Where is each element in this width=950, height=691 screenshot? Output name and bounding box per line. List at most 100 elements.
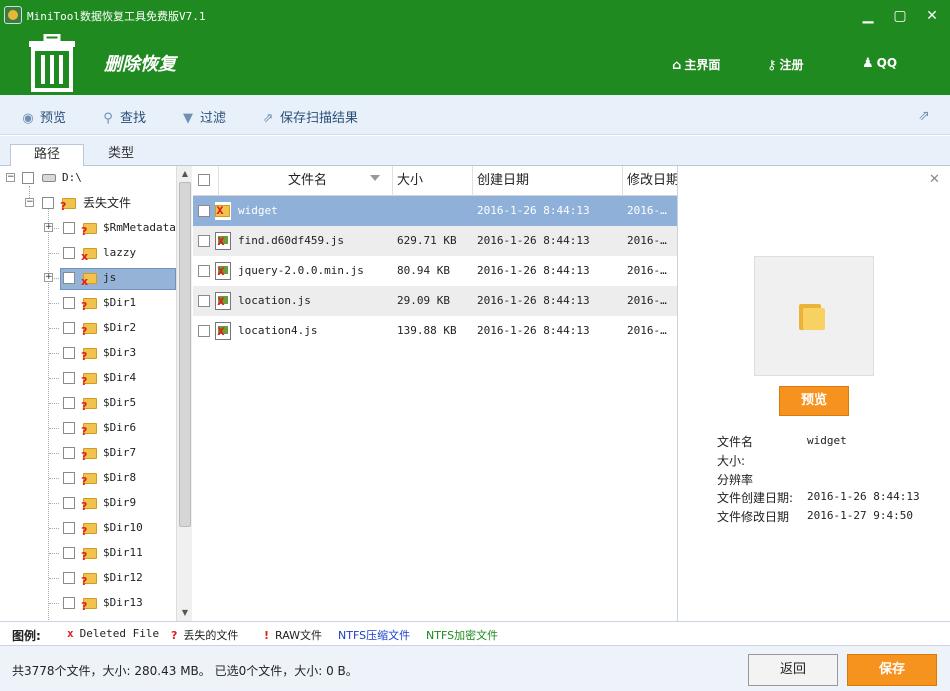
tree-item[interactable]: ? $Dir4 — [0, 368, 176, 388]
home-link[interactable]: ⌂ 主界面 — [672, 56, 720, 73]
tab-type[interactable]: 类型 — [84, 144, 158, 166]
tree-item[interactable]: +? $RmMetadata — [0, 218, 176, 238]
page-title: 删除恢复 — [104, 54, 176, 75]
save-scan-label: 保存扫描结果 — [280, 111, 359, 126]
tree-item[interactable]: + x js — [0, 268, 176, 290]
tree-checkbox[interactable] — [63, 272, 75, 284]
tree-root-row[interactable]: − D:\ — [0, 168, 176, 188]
close-button[interactable]: ✕ — [922, 6, 942, 26]
tree-item[interactable]: ? $Dir8 — [0, 468, 176, 488]
tree-checkbox[interactable] — [63, 597, 75, 609]
tree-item[interactable]: ? $Dir2 — [0, 318, 176, 338]
tree-item[interactable]: x lazzy — [0, 243, 176, 263]
tree-checkbox[interactable] — [63, 297, 75, 309]
qq-link[interactable]: ♟ QQ — [862, 56, 897, 71]
register-link[interactable]: ⚷ 注册 — [767, 56, 804, 73]
collapse-toggle[interactable]: − — [6, 173, 15, 182]
tree-checkbox[interactable] — [63, 372, 75, 384]
table-row[interactable]: x widget 2016-1-26 8:44:13 2016-… — [193, 196, 677, 226]
tree-item-label: js — [103, 271, 117, 284]
column-name[interactable]: 文件名 — [219, 166, 393, 196]
tree-item-label: $Dir2 — [103, 321, 137, 334]
tree-item[interactable]: ? $Dir11 — [0, 543, 176, 563]
folder-icon: ? — [81, 371, 97, 387]
toolbar: ◉ 预览 ⚲ 查找 ▼ 过滤 ⇗ 保存扫描结果 — [0, 95, 950, 135]
tree-guide-line — [49, 303, 59, 304]
expand-toggle[interactable]: + — [44, 273, 53, 282]
tree-item[interactable]: ? $Dir5 — [0, 393, 176, 413]
close-preview-icon[interactable]: ✕ — [929, 172, 940, 187]
tree-lost-files-row[interactable]: − ? 丢失文件 — [0, 193, 176, 213]
preview-tool-button[interactable]: ◉ 预览 — [20, 107, 66, 126]
save-button[interactable]: 保存 — [847, 654, 937, 686]
tree-item[interactable]: ? $Dir9 — [0, 493, 176, 513]
qq-label: QQ — [876, 56, 898, 70]
collapse-toggle[interactable]: − — [25, 198, 34, 207]
file-modified: 2016-… — [627, 264, 667, 277]
maximize-button[interactable]: ▢ — [890, 6, 910, 26]
deleted-mark-icon: x — [67, 627, 74, 640]
filter-icon: ▼ — [183, 111, 193, 126]
tree-item[interactable]: ? $Dir1 — [0, 293, 176, 313]
scroll-up-arrow-icon[interactable]: ▲ — [177, 166, 193, 182]
select-all-column[interactable] — [193, 166, 219, 196]
drive-label: D:\ — [62, 171, 82, 184]
tree-checkbox[interactable] — [63, 222, 75, 234]
legend-deleted-label: Deleted File — [79, 627, 160, 640]
file-created: 2016-1-26 8:44:13 — [477, 264, 590, 277]
tree-checkbox[interactable] — [63, 497, 75, 509]
back-button[interactable]: 返回 — [748, 654, 838, 686]
row-checkbox[interactable] — [198, 235, 210, 247]
tree-checkbox[interactable] — [63, 322, 75, 334]
minimize-button[interactable]: ▁ — [858, 6, 878, 26]
table-row[interactable]: x jquery-2.0.0.min.js 80.94 KB 2016-1-26 8:… — [193, 256, 677, 286]
table-row[interactable]: x location4.js 139.88 KB 2016-1-26 8:44:13 2… — [193, 316, 677, 346]
row-checkbox[interactable] — [198, 295, 210, 307]
row-checkbox[interactable] — [198, 325, 210, 337]
row-checkbox[interactable] — [198, 205, 210, 217]
tree-item[interactable]: ? $Dir13 — [0, 593, 176, 613]
scroll-down-arrow-icon[interactable]: ▼ — [177, 605, 193, 621]
deleted-file-icon: x — [215, 262, 231, 280]
register-label: 注册 — [779, 58, 804, 72]
column-modified[interactable]: 修改日期 — [623, 166, 677, 196]
table-row[interactable]: x find.d60df459.js 629.71 KB 2016-1-26 8:44… — [193, 226, 677, 256]
folder-icon: ? — [81, 321, 97, 337]
tree-checkbox[interactable] — [63, 422, 75, 434]
tree-checkbox[interactable] — [63, 247, 75, 259]
preview-button[interactable]: 预览 — [779, 386, 849, 416]
tree-item[interactable]: ? $Dir7 — [0, 443, 176, 463]
row-checkbox[interactable] — [198, 265, 210, 277]
app-header: MiniTool数据恢复工具免费版V7.1 ▁ ▢ ✕ 删除恢复 ⌂ 主界面 ⚷ 注… — [0, 0, 950, 95]
tree-scrollbar[interactable]: ▲ ▼ — [176, 166, 192, 621]
tab-path[interactable]: 路径 — [10, 144, 84, 166]
tree-checkbox[interactable] — [63, 572, 75, 584]
tree-checkbox[interactable] — [63, 347, 75, 359]
column-created[interactable]: 创建日期 — [473, 166, 623, 196]
tree-item[interactable]: ? $Dir10 — [0, 518, 176, 538]
tree-checkbox[interactable] — [42, 197, 54, 209]
legend-lost: ? 丢失的文件 — [171, 627, 238, 643]
tree-item[interactable]: ? $Dir3 — [0, 343, 176, 363]
legend-deleted: x Deleted File — [67, 627, 159, 640]
tree-checkbox[interactable] — [63, 397, 75, 409]
filter-tool-button[interactable]: ▼ 过滤 — [180, 107, 226, 126]
tree-checkbox[interactable] — [63, 447, 75, 459]
tree-item[interactable]: ? $Dir6 — [0, 418, 176, 438]
expand-toggle[interactable]: + — [44, 223, 53, 232]
column-size[interactable]: 大小 — [393, 166, 473, 196]
tree-checkbox[interactable] — [22, 172, 34, 184]
table-row[interactable]: x location.js 29.09 KB 2016-1-26 8:44:13 201… — [193, 286, 677, 316]
tree-item[interactable]: ? $Dir12 — [0, 568, 176, 588]
find-tool-button[interactable]: ⚲ 查找 — [100, 107, 146, 126]
tree-checkbox[interactable] — [63, 522, 75, 534]
tree-checkbox[interactable] — [63, 472, 75, 484]
tree-checkbox[interactable] — [63, 547, 75, 559]
key-icon: ⚷ — [767, 58, 777, 73]
save-scan-button[interactable]: ⇗ 保存扫描结果 — [260, 107, 358, 126]
preview-panel: ✕ 预览 文件名 widget 大小: 分辨率 文件创建日期: 2016-1-2… — [679, 166, 950, 621]
select-all-checkbox[interactable] — [198, 174, 210, 186]
share-icon[interactable]: ⇗ — [918, 108, 930, 124]
file-name: jquery-2.0.0.min.js — [238, 264, 364, 277]
scroll-thumb[interactable] — [179, 182, 191, 527]
